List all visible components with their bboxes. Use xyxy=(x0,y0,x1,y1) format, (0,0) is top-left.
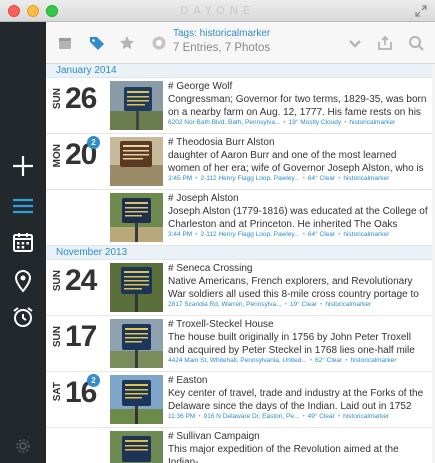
entry-body: Congressman; Governor for two terms, 182… xyxy=(168,94,427,118)
star-icon[interactable] xyxy=(118,34,136,52)
entry-time: 11:36 PM xyxy=(168,413,196,420)
day-of-week: SAT xyxy=(52,382,63,402)
entry-tag[interactable]: historicalmarker xyxy=(349,119,395,126)
tag-filter-title[interactable]: Tags: historicalmarker xyxy=(173,28,270,39)
map-pin-icon[interactable] xyxy=(9,266,37,294)
alarm-clock-icon[interactable] xyxy=(9,303,37,331)
toolbar: Tags: historicalmarker 7 Entries, 7 Phot… xyxy=(46,22,435,64)
app-title: DAYONE xyxy=(180,4,255,17)
entry-photo xyxy=(110,263,163,312)
list-item[interactable]: # Sullivan Campaign This major expeditio… xyxy=(46,428,435,463)
entry-body: This major expedition of the Revolution … xyxy=(168,444,399,463)
entry-location: 2-112 Henry Flagg Loop, Pawley... xyxy=(200,175,300,182)
entry-meta: 3:44 PM • 2-112 Henry Flagg Loop, Pawley..… xyxy=(168,231,390,238)
day-of-week: SUN xyxy=(52,88,63,110)
entry-time: 3:44 PM xyxy=(168,231,193,238)
day-number: 24 xyxy=(65,264,97,297)
entry-meta: 11:36 PM • 916 N Delaware Dr, Easton, Pe..… xyxy=(168,413,389,420)
day-number: 17 xyxy=(65,320,97,353)
day-of-week: SUN xyxy=(52,270,63,292)
journal-icon[interactable] xyxy=(56,34,74,52)
entry-count-badge: 2 xyxy=(87,136,100,149)
entry-tag[interactable]: historicalmarker xyxy=(343,175,389,182)
entry-count-badge: 2 xyxy=(87,374,100,387)
month-header: January 2014 xyxy=(46,64,435,78)
entry-count: 7 Entries, 7 Photos xyxy=(173,42,271,54)
entry-weather: 64° Clear xyxy=(307,175,336,182)
entry-meta: 3:45 PM • 2-112 Henry Flagg Loop, Pawley..… xyxy=(168,175,390,182)
entry-meta: 2817 Scandia Rd, Warren, Pennsylva... • 19… xyxy=(168,301,372,308)
entry-photo xyxy=(110,137,163,186)
title-bar: DAYONE xyxy=(0,0,435,22)
entry-photo xyxy=(110,81,163,130)
menu-icon[interactable] xyxy=(9,192,37,220)
entry-weather: 62° Clear xyxy=(315,357,343,364)
entry-body: daughter of Aaron Burr and one of the mo… xyxy=(168,150,424,174)
entry-tag[interactable]: historicalmarker xyxy=(350,357,396,364)
month-header: November 2013 xyxy=(46,246,435,260)
list-item[interactable]: SUN 17 # Troxell-Steckel House The house… xyxy=(46,316,435,372)
calendar-icon[interactable] xyxy=(9,228,37,256)
entry-title: # George Wolf xyxy=(168,81,233,92)
entry-location: 6202 Nor Bath Blvd, Bath, Pennsylva... xyxy=(168,119,281,126)
entry-body: Key center of travel, trade and industry… xyxy=(168,388,424,412)
chevron-down-icon[interactable] xyxy=(346,34,364,52)
entry-tag[interactable]: historicalmarker xyxy=(343,413,389,420)
entry-location: 2817 Scandia Rd, Warren, Pennsylva... xyxy=(168,301,282,308)
tag-icon[interactable] xyxy=(88,34,106,52)
fullscreen-icon[interactable] xyxy=(414,4,428,18)
entry-body: The house built originally in 1756 by Jo… xyxy=(168,332,415,356)
entry-location: 2-112 Henry Flagg Loop, Pawley... xyxy=(200,231,300,238)
search-icon[interactable] xyxy=(407,34,425,52)
entry-location: 916 N Delaware Dr, Easton, Pe... xyxy=(203,413,300,420)
day-of-week: MON xyxy=(52,144,63,168)
entry-time: 3:45 PM xyxy=(168,175,193,182)
entry-location: 4424 Main St, Whitehall, Pennsylvania, U… xyxy=(168,357,307,364)
entry-tag[interactable]: historicalmarker xyxy=(325,301,371,308)
entry-title: # Seneca Crossing xyxy=(168,263,253,274)
list-item[interactable]: # Joseph Alston Joseph Alston (1779-1816… xyxy=(46,190,435,246)
sidebar xyxy=(0,22,46,463)
entry-body: Native Americans, French explorers, and … xyxy=(168,276,419,300)
day-of-week: SUN xyxy=(52,326,63,348)
entry-list: January 2014 SUN 26 # George Wolf Congre… xyxy=(46,64,435,463)
list-item[interactable]: MON 20 2 # Theodosia Burr Alston daughte… xyxy=(46,134,435,190)
gear-icon[interactable] xyxy=(14,437,32,455)
entry-title: # Sullivan Campaign xyxy=(168,431,260,442)
plus-icon[interactable] xyxy=(9,152,37,180)
entry-meta: 4424 Main St, Whitehall, Pennsylvania, U… xyxy=(168,357,397,364)
entry-weather: 19° Mostly Cloudy xyxy=(288,119,342,126)
list-item[interactable]: SUN 26 # George Wolf Congressman; Govern… xyxy=(46,78,435,134)
entry-title: # Troxell-Steckel House xyxy=(168,319,274,330)
weather-icon[interactable] xyxy=(150,34,168,52)
list-item[interactable]: SAT 16 2 # Easton Key center of travel, … xyxy=(46,372,435,428)
entry-body: Joseph Alston (1779-1816) was educated a… xyxy=(168,206,428,230)
entry-title: # Easton xyxy=(168,375,208,386)
entry-title: # Joseph Alston xyxy=(168,193,239,204)
entry-photo xyxy=(110,375,163,424)
entry-meta: 6202 Nor Bath Blvd, Bath, Pennsylva... • 1… xyxy=(168,119,396,126)
share-icon[interactable] xyxy=(376,34,394,52)
entry-title: # Theodosia Burr Alston xyxy=(168,137,275,148)
app-window: DAYONE Tags: historicalmarker 7 Entries,… xyxy=(0,0,435,463)
list-item[interactable]: SUN 24 # Seneca Crossing Native American… xyxy=(46,260,435,316)
entry-photo xyxy=(110,193,163,242)
entry-photo xyxy=(110,431,163,463)
entry-weather: 64° Clear xyxy=(307,231,336,238)
entry-photo xyxy=(110,319,163,368)
entry-tag[interactable]: historicalmarker xyxy=(343,231,389,238)
day-number: 26 xyxy=(65,82,97,115)
entry-weather: 19° Clear xyxy=(289,301,318,308)
entry-weather: 49° Clear xyxy=(307,413,335,420)
